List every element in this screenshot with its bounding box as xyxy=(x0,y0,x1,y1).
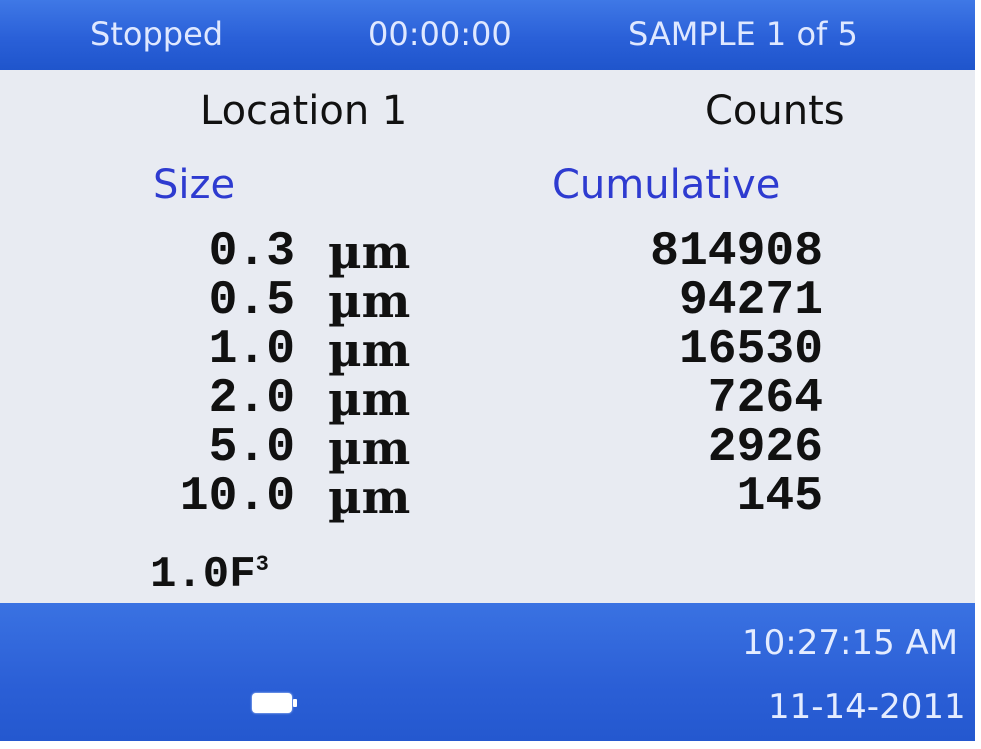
table-row: 0.5 µm 94271 xyxy=(0,274,975,328)
size-unit: µm xyxy=(328,421,411,475)
count-value: 2926 xyxy=(707,421,823,475)
elapsed-timer: 00:00:00 xyxy=(368,15,512,53)
sample-volume-exponent: 3 xyxy=(255,552,269,577)
size-unit: µm xyxy=(328,225,411,279)
size-column-header: Size xyxy=(153,162,236,208)
counts-panel: Location 1 Counts Size Cumulative 0.3 µm… xyxy=(0,70,975,603)
particle-size: 0.3 xyxy=(208,225,295,279)
table-row: 0.3 µm 814908 xyxy=(0,225,975,279)
counts-title: Counts xyxy=(705,88,845,134)
footer-bar: 10:27:15 AM 11-14-2011 xyxy=(0,603,975,741)
count-value: 7264 xyxy=(707,372,823,426)
clock-time: 10:27:15 AM xyxy=(742,623,959,663)
count-value: 16530 xyxy=(678,323,823,377)
particle-size: 2.0 xyxy=(208,372,295,426)
particle-size: 1.0 xyxy=(208,323,295,377)
size-unit: µm xyxy=(328,274,411,328)
location-title: Location 1 xyxy=(200,88,408,134)
clock-date: 11-14-2011 xyxy=(768,687,966,727)
sample-volume-value: 1.0F xyxy=(150,550,256,600)
size-unit: µm xyxy=(328,470,411,524)
table-row: 1.0 µm 16530 xyxy=(0,323,975,377)
particle-size: 10.0 xyxy=(179,470,295,524)
size-unit: µm xyxy=(328,372,411,426)
battery-icon xyxy=(252,693,297,713)
size-unit: µm xyxy=(328,323,411,377)
particle-counter-screen: Stopped 00:00:00 SAMPLE 1 of 5 Location … xyxy=(0,0,975,741)
sample-volume: 1.0F3 xyxy=(150,550,269,600)
cumulative-column-header: Cumulative xyxy=(552,162,781,208)
particle-size: 5.0 xyxy=(208,421,295,475)
table-row: 2.0 µm 7264 xyxy=(0,372,975,426)
status-bar: Stopped 00:00:00 SAMPLE 1 of 5 xyxy=(0,0,975,70)
count-value: 94271 xyxy=(678,274,823,328)
count-value: 814908 xyxy=(650,225,823,279)
count-value: 145 xyxy=(736,470,823,524)
table-row: 10.0 µm 145 xyxy=(0,470,975,524)
run-status: Stopped xyxy=(90,15,224,53)
sample-indicator: SAMPLE 1 of 5 xyxy=(628,15,858,53)
particle-size: 0.5 xyxy=(208,274,295,328)
table-row: 5.0 µm 2926 xyxy=(0,421,975,475)
